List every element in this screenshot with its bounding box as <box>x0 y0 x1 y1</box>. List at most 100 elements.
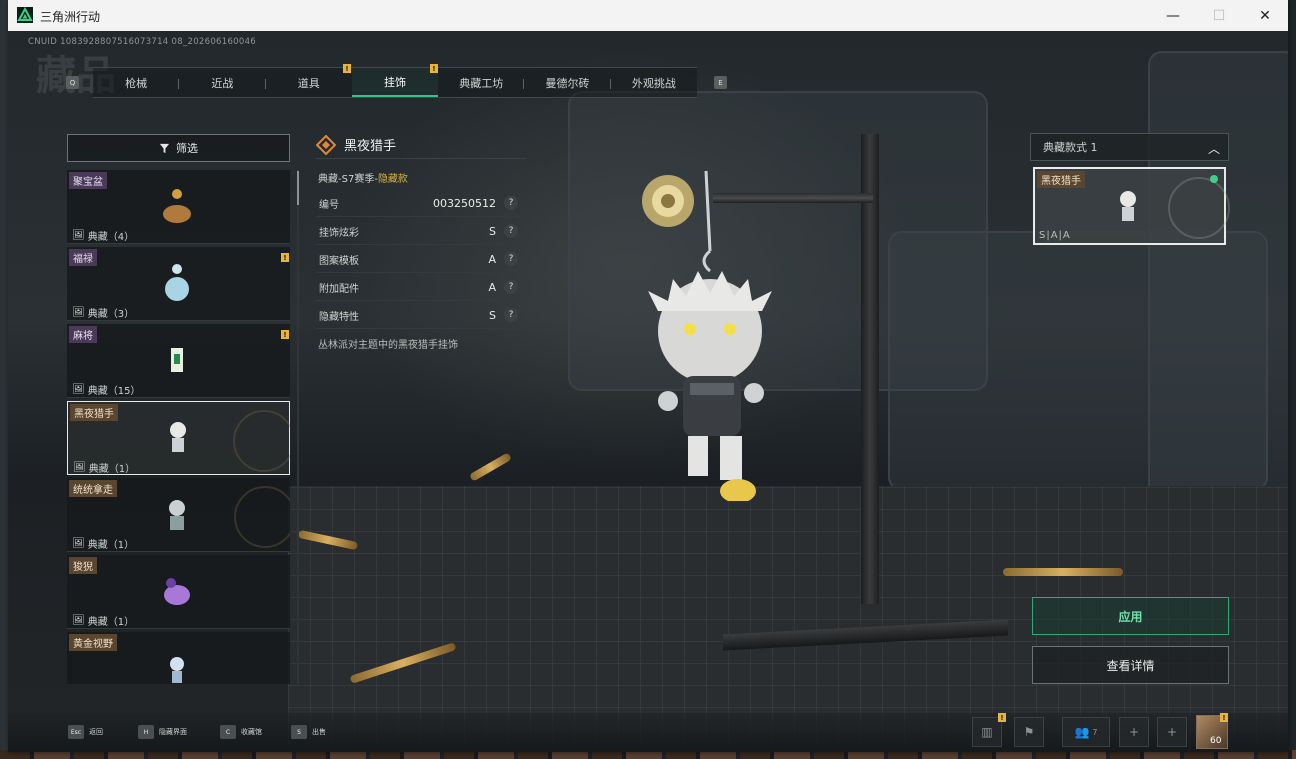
maximize-button[interactable]: ☐ <box>1196 0 1242 31</box>
alert-badge: ! <box>998 713 1006 722</box>
charm-thumbnail-icon <box>163 189 191 223</box>
item-name: 麻将 <box>69 326 97 343</box>
image-icon: 🖼 <box>72 230 85 241</box>
charm-thumbnail-icon <box>165 264 189 301</box>
apply-button[interactable]: 应用 <box>1032 597 1229 635</box>
list-item[interactable]: 福禄 ! 🖼 典藏（3） <box>67 247 290 321</box>
close-button[interactable]: ✕ <box>1242 0 1288 31</box>
tab-props[interactable]: 道具 <box>266 68 352 97</box>
list-item[interactable]: 聚宝盆 🖼 典藏（4） <box>67 170 290 244</box>
tab-charms[interactable]: 挂饰 <box>351 68 439 97</box>
charm-thumbnail-icon <box>171 348 183 372</box>
list-item[interactable]: 黑夜猎手 🖼 典藏（1） <box>67 401 290 475</box>
charm-figure-icon <box>642 170 772 501</box>
help-icon[interactable]: ? <box>504 280 518 294</box>
tab-alert-badge: ! <box>343 64 351 73</box>
bullet-prop <box>469 452 512 482</box>
hint-collection[interactable]: C 收藏馆 <box>220 721 262 743</box>
item-count: 🖼 典藏（15） <box>72 384 141 397</box>
item-count: 🖼 典藏（1） <box>73 462 136 475</box>
attr-row: 编号 003250512? <box>316 190 526 217</box>
item-name: 统统拿走 <box>69 480 117 497</box>
detail-title: 黑夜猎手 <box>316 131 526 159</box>
new-badge: ! <box>281 330 289 339</box>
chevron-up-icon: ︿ <box>1207 142 1220 156</box>
tab-left-key[interactable]: Q <box>66 76 79 89</box>
attr-row: 挂饰炫彩 S? <box>316 218 526 245</box>
add-slot-button[interactable]: + <box>1157 717 1187 747</box>
variant-grade: S|A|A <box>1039 230 1071 241</box>
list-item[interactable]: 麻将 ! 🖼 典藏（15） <box>67 324 290 398</box>
image-icon: 🖼 <box>72 615 85 626</box>
item-name: 黄金视野 <box>69 634 117 651</box>
friends-button[interactable]: 👥 7 <box>1062 717 1110 747</box>
minimize-button[interactable]: — <box>1150 0 1196 31</box>
list-item[interactable]: 狻猊 🖼 典藏（1） <box>67 555 290 629</box>
variant-dropdown[interactable]: 典藏款式 1 ︿ <box>1030 133 1229 161</box>
tab-mandel-brick[interactable]: 曼德尔砖 <box>524 68 611 97</box>
tab-appearance-challenge[interactable]: 外观挑战 <box>611 68 697 97</box>
item-name: 福禄 <box>69 249 97 266</box>
alert-badge: ! <box>1220 713 1228 722</box>
app-logo-icon <box>17 7 33 23</box>
filter-icon <box>159 143 170 153</box>
image-icon: 🖼 <box>72 384 85 395</box>
view-details-button[interactable]: 查看详情 <box>1032 646 1229 684</box>
item-count: 🖼 典藏（3） <box>72 307 135 320</box>
new-badge: ! <box>281 253 289 262</box>
tab-alert-badge: ! <box>430 64 438 73</box>
display-stand-post <box>861 134 879 604</box>
add-slot-button[interactable]: + <box>1119 717 1149 747</box>
help-icon[interactable]: ? <box>504 224 518 238</box>
collection-seal-icon <box>1168 177 1230 239</box>
player-level: 60 <box>1210 736 1222 746</box>
variant-name: 黑夜猎手 <box>1037 171 1085 188</box>
title-bar: 三角洲行动 — ☐ ✕ <box>8 0 1288 31</box>
charm-thumbnail-icon <box>1120 191 1136 221</box>
tab-guns[interactable]: 枪械 <box>93 68 180 97</box>
attr-row: 附加配件 A? <box>316 274 526 301</box>
item-name: 聚宝盆 <box>69 172 107 189</box>
list-item[interactable]: 黄金视野 <box>67 632 290 684</box>
game-scene: CNUID 1083928807516073714 08_20260616004… <box>8 31 1288 752</box>
hint-hide-ui[interactable]: H 隐藏界面 <box>138 721 187 743</box>
help-icon[interactable]: ? <box>504 196 518 210</box>
help-icon[interactable]: ? <box>504 308 518 322</box>
window-title: 三角洲行动 <box>40 10 101 24</box>
category-tabs: 枪械 近战 道具 挂饰 典藏工坊 曼德尔砖 外观挑战 <box>93 67 697 98</box>
item-name: 狻猊 <box>69 557 97 574</box>
image-icon: 🖼 <box>73 462 86 473</box>
bullet-prop <box>1003 568 1123 576</box>
tab-right-key[interactable]: E <box>714 76 727 89</box>
variant-card[interactable]: 黑夜猎手 S|A|A <box>1033 167 1230 245</box>
charm-thumbnail-icon <box>170 657 184 683</box>
friends-icon: 👥 <box>1074 725 1090 739</box>
list-scrollbar-track[interactable] <box>297 170 299 684</box>
collection-seal-icon <box>233 410 290 472</box>
collection-seal-icon <box>234 486 290 548</box>
hint-back[interactable]: Esc 返回 <box>68 721 103 743</box>
item-count: 🖼 典藏（1） <box>72 615 135 628</box>
item-count: 🖼 典藏（1） <box>72 538 135 551</box>
hint-sell[interactable]: S 出售 <box>291 721 326 743</box>
detail-description: 丛林派对主题中的黑夜猎手挂饰 <box>318 340 458 351</box>
item-name: 黑夜猎手 <box>70 404 118 421</box>
flag-icon[interactable]: ⚑ <box>1014 717 1044 747</box>
charm-list: 聚宝盆 🖼 典藏（4） 福禄 ! 🖼 典藏（3） 麻将 ! 🖼 典藏（15） 黑夜猎手 <box>67 170 290 684</box>
image-icon: 🖼 <box>72 307 85 318</box>
help-icon[interactable]: ? <box>504 252 518 266</box>
list-item[interactable]: 统统拿走 🖼 典藏（1） <box>67 478 290 552</box>
charm-thumbnail-icon <box>164 578 190 605</box>
detail-subtitle: 典藏-S7赛季-隐藏款 <box>318 174 408 185</box>
tab-melee[interactable]: 近战 <box>179 68 266 97</box>
charm-thumbnail-icon <box>169 500 185 530</box>
list-scrollbar-thumb[interactable] <box>297 171 299 205</box>
image-icon: 🖼 <box>72 538 85 549</box>
tab-collection-workshop[interactable]: 典藏工坊 <box>438 68 525 97</box>
item-count: 🖼 典藏（4） <box>72 230 135 243</box>
rarity-diamond-icon <box>316 134 336 155</box>
attr-row: 隐藏特性 S? <box>316 302 526 329</box>
game-window: 三角洲行动 — ☐ ✕ CNUID 1083928807516073714 08… <box>8 0 1288 752</box>
filter-button[interactable]: 筛选 <box>67 134 290 162</box>
attr-row: 图案模板 A? <box>316 246 526 273</box>
